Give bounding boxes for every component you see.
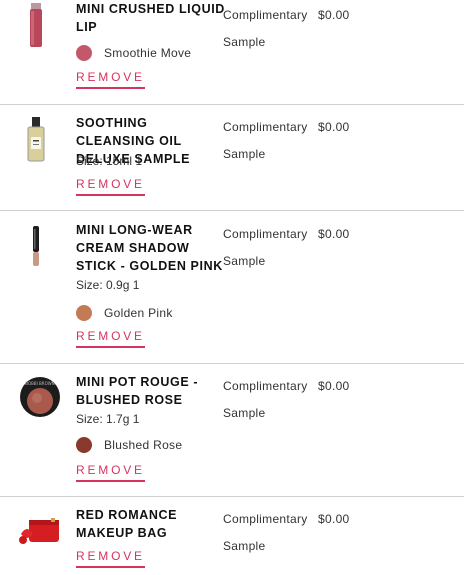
remove-button[interactable]: REMOVE: [76, 549, 145, 568]
item-size: Size: 1.7g 1: [76, 412, 140, 426]
pot-rouge-compact-icon: BOBBI BROWN: [18, 373, 62, 421]
shade-row: Golden Pink: [76, 305, 173, 321]
divider: [0, 363, 464, 364]
price-type: Complimentary: [223, 379, 308, 393]
sample-label: Sample: [223, 147, 266, 161]
liquid-lip-tube-icon: [14, 2, 58, 50]
divider: [0, 104, 464, 105]
shade-row: Smoothie Move: [76, 45, 191, 61]
shadow-stick-icon: [14, 223, 58, 271]
sample-label: Sample: [223, 35, 266, 49]
sample-label: Sample: [223, 539, 266, 553]
remove-button[interactable]: REMOVE: [76, 177, 145, 196]
item-size: Size: 15ml 1: [76, 154, 143, 168]
shade-label: Golden Pink: [104, 306, 173, 320]
price: $0.00: [318, 120, 350, 134]
shade-row: Blushed Rose: [76, 437, 182, 453]
price-type: Complimentary: [223, 512, 308, 526]
sample-label: Sample: [223, 406, 266, 420]
sample-label: Sample: [223, 254, 266, 268]
item-name[interactable]: MINI CRUSHED LIQUID LIP: [76, 0, 226, 36]
shade-swatch: [76, 45, 92, 61]
shade-swatch: [76, 305, 92, 321]
price: $0.00: [318, 379, 350, 393]
price: $0.00: [318, 8, 350, 22]
item-name[interactable]: RED ROMANCE MAKEUP BAG: [76, 506, 226, 542]
divider: [0, 496, 464, 497]
shade-swatch: [76, 437, 92, 453]
makeup-bag-icon: [14, 508, 66, 556]
shade-label: Smoothie Move: [104, 46, 192, 60]
item-name[interactable]: MINI POT ROUGE - BLUSHED ROSE: [76, 373, 226, 409]
price-type: Complimentary: [223, 8, 308, 22]
price: $0.00: [318, 512, 350, 526]
remove-button[interactable]: REMOVE: [76, 463, 145, 482]
price: $0.00: [318, 227, 350, 241]
remove-button[interactable]: REMOVE: [76, 329, 145, 348]
shade-label: Blushed Rose: [104, 438, 183, 452]
cleansing-oil-bottle-icon: [14, 116, 58, 164]
svg-text:BOBBI BROWN: BOBBI BROWN: [25, 381, 54, 386]
price-type: Complimentary: [223, 227, 308, 241]
remove-button[interactable]: REMOVE: [76, 70, 145, 89]
price-type: Complimentary: [223, 120, 308, 134]
item-size: Size: 0.9g 1: [76, 278, 140, 292]
item-name[interactable]: MINI LONG-WEAR CREAM SHADOW STICK - GOLD…: [76, 221, 226, 275]
divider: [0, 210, 464, 211]
